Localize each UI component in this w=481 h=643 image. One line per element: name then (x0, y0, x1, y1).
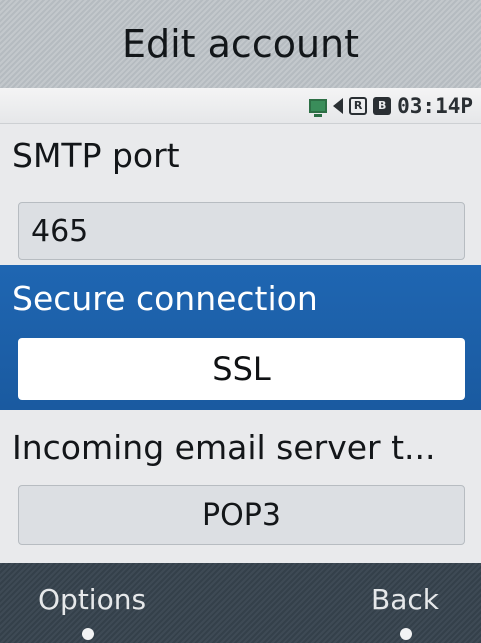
battery-icon: B (373, 96, 392, 115)
secure-connection-row[interactable]: Secure connection SSL (0, 265, 481, 410)
smtp-port-field[interactable]: 465 (18, 202, 465, 260)
options-softkey[interactable]: Options (38, 583, 146, 616)
secure-connection-label: Secure connection (12, 279, 318, 318)
smtp-port-label: SMTP port (12, 136, 180, 175)
roaming-icon: R (349, 96, 368, 115)
clock: 03:14P (397, 93, 473, 118)
secure-connection-select[interactable]: SSL (18, 338, 465, 400)
right-softkey-indicator (400, 628, 412, 640)
incoming-server-type-select[interactable]: POP3 (18, 485, 465, 545)
network-icon (309, 98, 328, 117)
softkey-bar: Options Back (0, 563, 481, 643)
speaker-icon (333, 97, 344, 114)
title-bar: Edit account (0, 0, 481, 88)
incoming-server-type-label: Incoming email server t... (12, 428, 436, 467)
back-softkey[interactable]: Back (371, 583, 439, 616)
page-title: Edit account (121, 22, 360, 66)
status-bar: R B 03:14P (0, 88, 481, 124)
left-softkey-indicator (82, 628, 94, 640)
